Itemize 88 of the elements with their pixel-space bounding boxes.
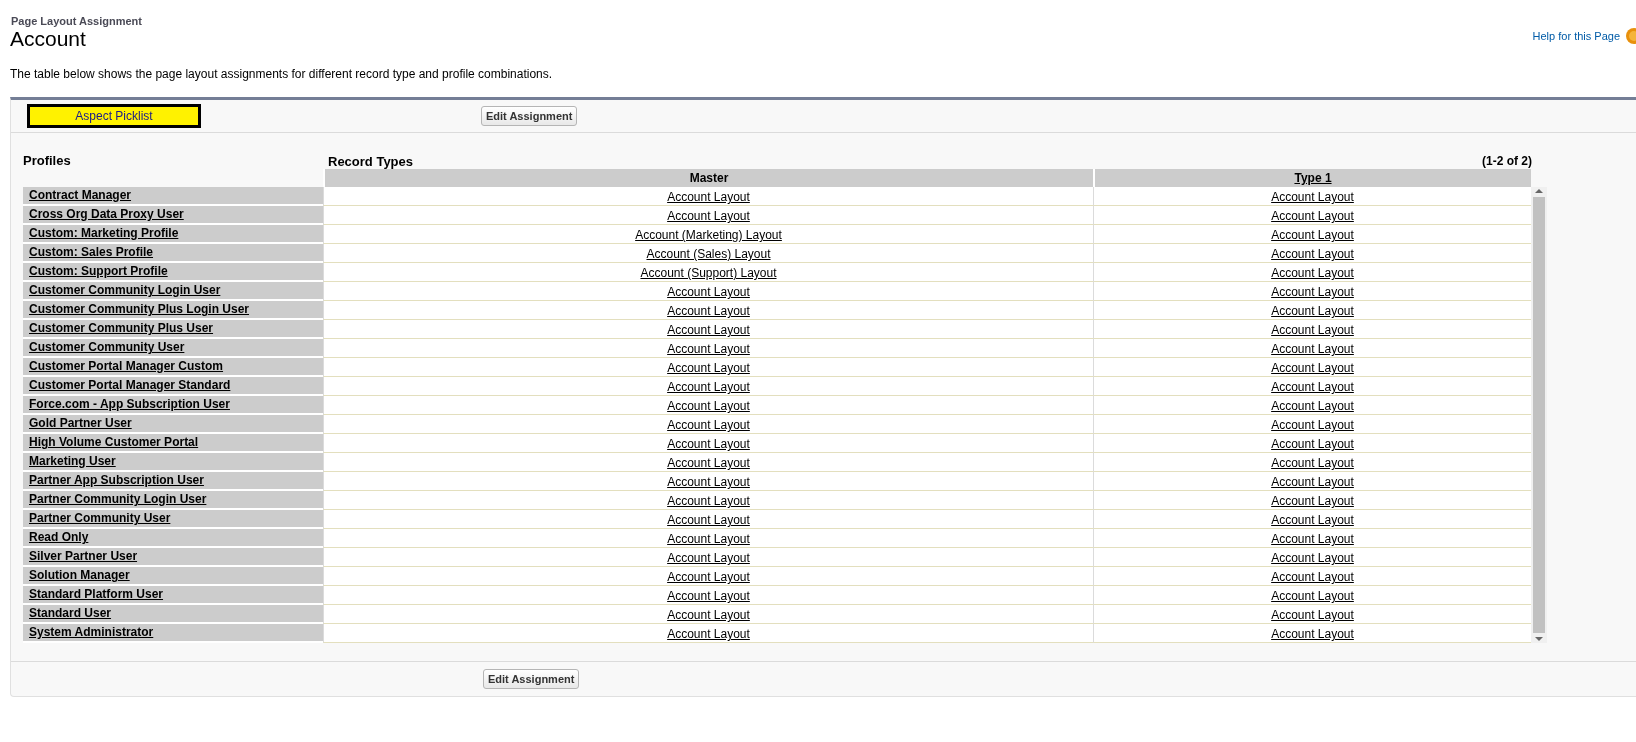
profile-link[interactable]: Silver Partner User: [23, 548, 323, 567]
profile-link[interactable]: Customer Community Login User: [23, 282, 323, 301]
profile-link[interactable]: Custom: Sales Profile: [23, 244, 323, 263]
profile-link[interactable]: Customer Community Plus Login User: [23, 301, 323, 320]
layout-link[interactable]: Account Layout: [1271, 209, 1354, 223]
layout-link[interactable]: Account Layout: [667, 570, 750, 584]
layout-link[interactable]: Account (Support) Layout: [640, 266, 777, 280]
layout-link[interactable]: Account Layout: [667, 323, 750, 337]
profile-link[interactable]: Marketing User: [23, 453, 323, 472]
column-header: Master: [323, 169, 1093, 187]
edit-assignment-button[interactable]: Edit Assignment: [483, 669, 580, 689]
profile-link[interactable]: Customer Portal Manager Standard: [23, 377, 323, 396]
layout-link[interactable]: Account Layout: [667, 513, 750, 527]
layout-link[interactable]: Account Layout: [667, 456, 750, 470]
profile-link[interactable]: Standard User: [23, 605, 323, 624]
profile-link[interactable]: Customer Community Plus User: [23, 320, 323, 339]
layout-link[interactable]: Account Layout: [1271, 285, 1354, 299]
profile-link[interactable]: Cross Org Data Proxy User: [23, 206, 323, 225]
page-breadcrumb: Page Layout Assignment: [11, 15, 142, 27]
scroll-up-icon[interactable]: [1534, 187, 1544, 195]
layout-link[interactable]: Account Layout: [667, 475, 750, 489]
layout-link[interactable]: Account Layout: [1271, 380, 1354, 394]
layout-link[interactable]: Account Layout: [1271, 190, 1354, 204]
profile-link[interactable]: Partner Community User: [23, 510, 323, 529]
layout-link[interactable]: Account Layout: [1271, 456, 1354, 470]
profile-link[interactable]: Read Only: [23, 529, 323, 548]
layout-link[interactable]: Account Layout: [667, 190, 750, 204]
layout-link[interactable]: Account Layout: [667, 361, 750, 375]
layout-link[interactable]: Account Layout: [667, 589, 750, 603]
layout-link[interactable]: Account Layout: [667, 608, 750, 622]
highlight-label: Aspect Picklist: [27, 104, 201, 128]
layout-link[interactable]: Account Layout: [1271, 304, 1354, 318]
layout-link[interactable]: Account Layout: [1271, 323, 1354, 337]
layout-link[interactable]: Account Layout: [1271, 437, 1354, 451]
layout-link[interactable]: Account Layout: [1271, 266, 1354, 280]
profile-link[interactable]: Force.com - App Subscription User: [23, 396, 323, 415]
scroll-down-icon[interactable]: [1534, 635, 1544, 643]
layout-link[interactable]: Account Layout: [1271, 342, 1354, 356]
layout-link[interactable]: Account Layout: [667, 551, 750, 565]
record-count: (1-2 of 2): [1482, 154, 1532, 169]
column-header[interactable]: Type 1: [1093, 169, 1531, 187]
profile-link[interactable]: Customer Community User: [23, 339, 323, 358]
layout-link[interactable]: Account Layout: [1271, 399, 1354, 413]
layout-link[interactable]: Account Layout: [1271, 475, 1354, 489]
layout-link[interactable]: Account Layout: [667, 532, 750, 546]
layout-link[interactable]: Account Layout: [667, 380, 750, 394]
profile-link[interactable]: Partner App Subscription User: [23, 472, 323, 491]
record-types-heading: Record Types: [328, 154, 413, 169]
layout-link[interactable]: Account Layout: [1271, 361, 1354, 375]
layout-link[interactable]: Account Layout: [1271, 627, 1354, 641]
layout-link[interactable]: Account (Sales) Layout: [646, 247, 771, 261]
profile-link[interactable]: Custom: Marketing Profile: [23, 225, 323, 244]
layout-link[interactable]: Account Layout: [667, 418, 750, 432]
scrollbar[interactable]: [1531, 187, 1547, 643]
profiles-heading: Profiles: [23, 153, 72, 168]
layout-link[interactable]: Account Layout: [1271, 551, 1354, 565]
profile-link[interactable]: Standard Platform User: [23, 586, 323, 605]
profile-link[interactable]: Contract Manager: [23, 187, 323, 206]
layout-link[interactable]: Account Layout: [667, 342, 750, 356]
page-description: The table below shows the page layout assignments for different record type and profile combinations.: [10, 67, 553, 81]
layout-link[interactable]: Account Layout: [1271, 570, 1354, 584]
help-link[interactable]: Help for this Page: [1532, 30, 1620, 42]
profile-link[interactable]: Customer Portal Manager Custom: [23, 358, 323, 377]
layout-link[interactable]: Account Layout: [1271, 513, 1354, 527]
layout-link[interactable]: Account (Marketing) Layout: [635, 228, 782, 242]
profile-link[interactable]: System Administrator: [23, 624, 323, 643]
layout-link[interactable]: Account Layout: [1271, 418, 1354, 432]
profile-link[interactable]: Solution Manager: [23, 567, 323, 586]
layout-link[interactable]: Account Layout: [1271, 494, 1354, 508]
profile-link[interactable]: Custom: Support Profile: [23, 263, 323, 282]
page-title: Account: [10, 27, 87, 51]
layout-link[interactable]: Account Layout: [1271, 247, 1354, 261]
layout-link[interactable]: Account Layout: [1271, 228, 1354, 242]
layout-link[interactable]: Account Layout: [1271, 589, 1354, 603]
layout-link[interactable]: Account Layout: [667, 399, 750, 413]
profile-link[interactable]: Gold Partner User: [23, 415, 323, 434]
layout-link[interactable]: Account Layout: [667, 627, 750, 641]
profile-link[interactable]: High Volume Customer Portal: [23, 434, 323, 453]
layout-link[interactable]: Account Layout: [1271, 532, 1354, 546]
layout-link[interactable]: Account Layout: [1271, 608, 1354, 622]
layout-link[interactable]: Account Layout: [667, 209, 750, 223]
layout-link[interactable]: Account Layout: [667, 437, 750, 451]
profile-link[interactable]: Partner Community Login User: [23, 491, 323, 510]
scroll-thumb[interactable]: [1533, 197, 1545, 633]
layout-link[interactable]: Account Layout: [667, 494, 750, 508]
edit-assignment-button[interactable]: Edit Assignment: [481, 106, 578, 126]
layout-link[interactable]: Account Layout: [667, 285, 750, 299]
layout-link[interactable]: Account Layout: [667, 304, 750, 318]
